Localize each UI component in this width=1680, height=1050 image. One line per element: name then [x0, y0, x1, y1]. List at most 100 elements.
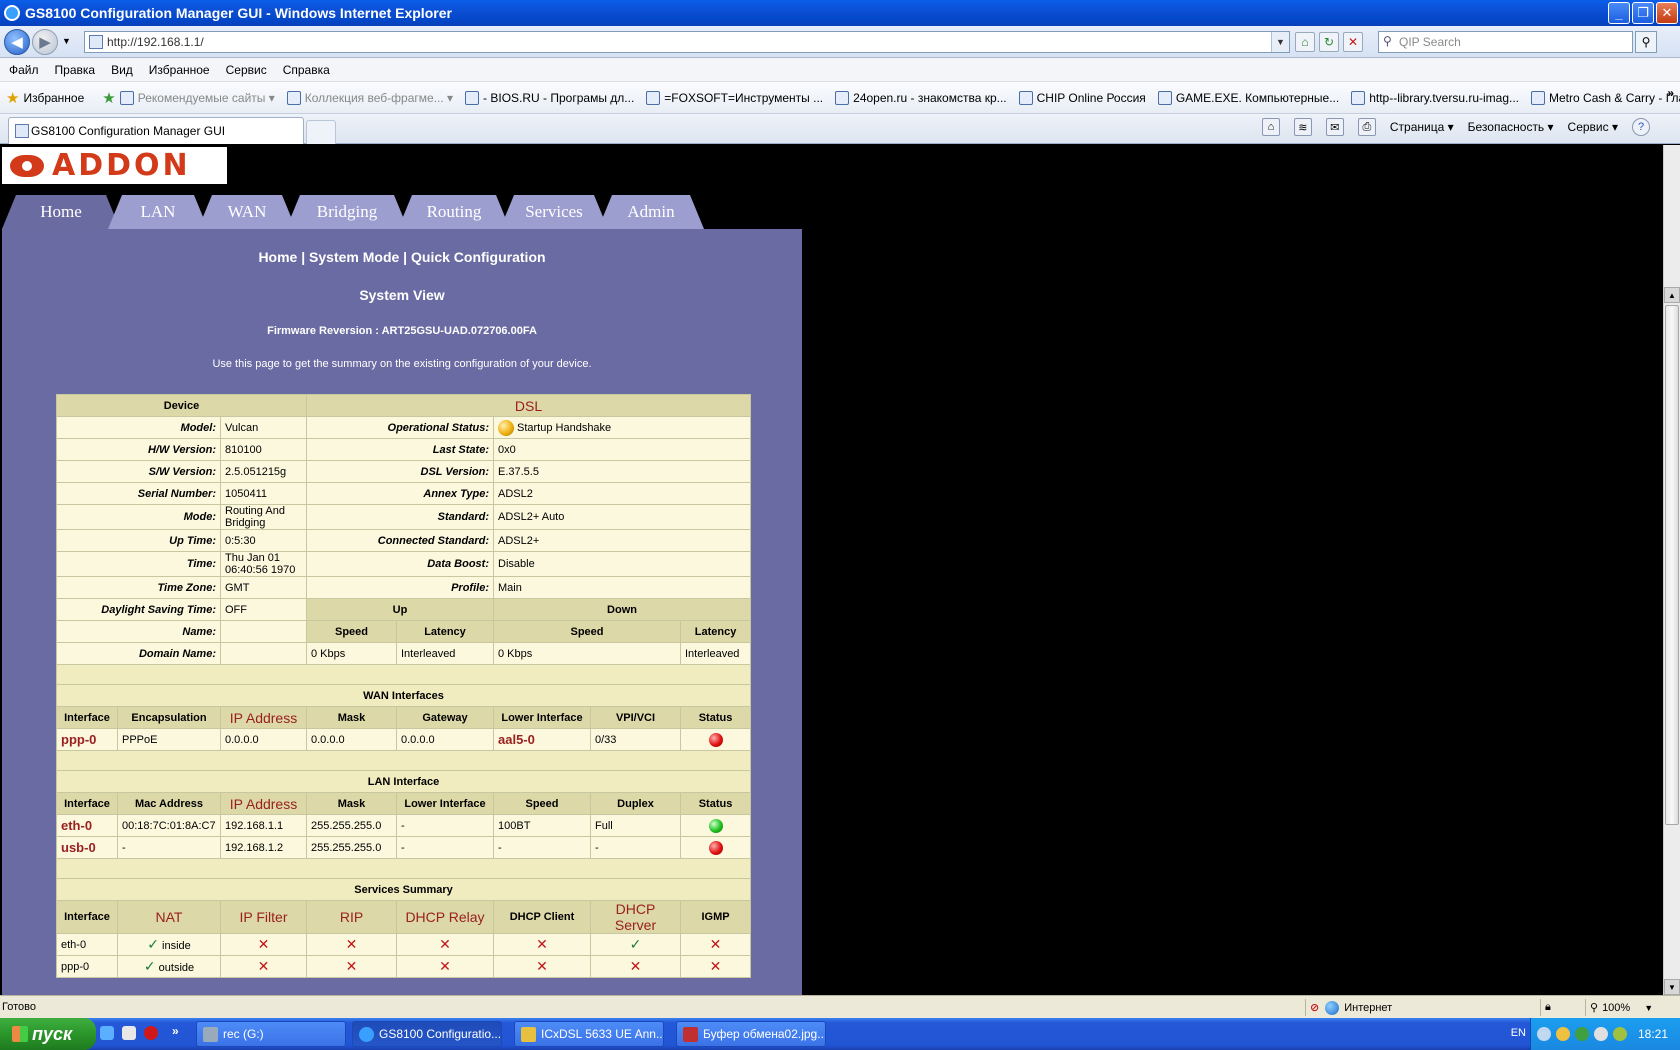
- history-dropdown-icon[interactable]: ▼: [62, 36, 71, 46]
- crumb-home[interactable]: Home: [258, 249, 297, 265]
- zoom-control[interactable]: ⚲ 100% ▼: [1585, 999, 1675, 1016]
- compatibility-icon[interactable]: ⌂: [1295, 32, 1315, 52]
- crumb-quick-configuration[interactable]: Quick Configuration: [411, 249, 546, 265]
- cross-icon: ✕: [345, 936, 358, 952]
- search-input[interactable]: ⚲ QIP Search: [1378, 31, 1633, 53]
- close-button[interactable]: ✕: [1656, 2, 1678, 24]
- search-go-icon[interactable]: ⚲: [1635, 31, 1657, 53]
- zoom-dropdown-icon: ▼: [1644, 1002, 1654, 1013]
- scroll-down-icon[interactable]: ▼: [1664, 979, 1680, 995]
- services-col-header-link[interactable]: IP Filter: [220, 900, 307, 934]
- task-icxdsl[interactable]: ICxDSL 5633 UE Ann...: [514, 1021, 664, 1047]
- device-label: Domain Name:: [56, 642, 221, 665]
- services-col-header-link[interactable]: DHCP Relay: [396, 900, 494, 934]
- start-button[interactable]: пуск: [0, 1018, 96, 1050]
- menu-help[interactable]: Справка: [283, 63, 330, 77]
- favorite-link[interactable]: 24open.ru - знакомства кр...: [835, 90, 1007, 105]
- mail-icon[interactable]: ✉: [1325, 118, 1344, 136]
- device-label: H/W Version:: [56, 438, 221, 461]
- quicklaunch-desktop-icon[interactable]: [100, 1026, 114, 1040]
- favorite-link[interactable]: - BIOS.RU - Програмы дл...: [465, 90, 634, 105]
- favorite-link[interactable]: Коллекция веб-фрагме... ▾: [286, 90, 453, 105]
- favorite-link[interactable]: =FOXSOFT=Инструменты ...: [646, 90, 823, 105]
- services-igmp: ✕: [679, 933, 752, 956]
- print-icon[interactable]: ⎙: [1357, 118, 1376, 136]
- crumb-separator: |: [297, 249, 310, 265]
- feeds-icon[interactable]: ≋: [1293, 118, 1312, 136]
- tray-antivirus-icon[interactable]: [1574, 1027, 1589, 1041]
- tray-volume-icon[interactable]: [1593, 1027, 1608, 1041]
- wan-ip: 0.0.0.0: [220, 728, 307, 751]
- task-ie-gs8100[interactable]: GS8100 Configuratio...: [352, 1021, 502, 1047]
- menu-file[interactable]: Файл: [9, 63, 39, 77]
- task-rec-g[interactable]: rec (G:): [196, 1021, 346, 1047]
- nav-admin[interactable]: Admin: [598, 195, 704, 229]
- menu-tools[interactable]: Сервис: [226, 63, 267, 77]
- refresh-icon[interactable]: ↻: [1319, 32, 1339, 52]
- crumb-system-mode[interactable]: System Mode: [309, 249, 399, 265]
- lan-duplex: -: [590, 836, 681, 859]
- favorite-link[interactable]: Рекомендуемые сайты ▾: [119, 90, 275, 105]
- page-icon: [15, 124, 29, 138]
- quicklaunch-mail-icon[interactable]: [122, 1026, 136, 1040]
- nav-services[interactable]: Services: [500, 195, 608, 229]
- drive-icon: [203, 1027, 218, 1042]
- tab-current[interactable]: GS8100 Configuration Manager GUI: [8, 117, 304, 144]
- tools-menu[interactable]: Сервис ▾: [1568, 120, 1618, 134]
- back-button[interactable]: ◀: [4, 29, 30, 55]
- home-icon[interactable]: ⌂: [1261, 118, 1280, 136]
- page-menu[interactable]: Страница ▾: [1390, 120, 1454, 134]
- minimize-button[interactable]: _: [1608, 2, 1630, 24]
- vertical-scrollbar[interactable]: ▲ ▼: [1663, 145, 1680, 995]
- crumb-separator: |: [399, 249, 411, 265]
- nav-home[interactable]: Home: [2, 195, 120, 229]
- language-indicator[interactable]: EN: [1511, 1027, 1526, 1039]
- lan-lower: -: [396, 836, 494, 859]
- safety-menu[interactable]: Безопасность ▾: [1468, 120, 1554, 134]
- scroll-thumb[interactable]: [1665, 305, 1679, 825]
- dsl-value: Startup Handshake: [517, 421, 612, 434]
- lan-interface-link[interactable]: usb-0: [56, 836, 118, 859]
- protected-mode-icon[interactable]: 🔒︎: [1540, 999, 1572, 1016]
- services-col-header-link[interactable]: DHCP Server: [590, 900, 681, 934]
- wan-interface-link[interactable]: ppp-0: [56, 728, 118, 751]
- nav-lan[interactable]: LAN: [108, 195, 208, 229]
- stop-icon[interactable]: ✕: [1343, 32, 1363, 52]
- favorite-link[interactable]: http--library.tversu.ru-imag...: [1351, 90, 1519, 105]
- favorites-more-icon[interactable]: »: [1667, 86, 1674, 100]
- add-favorite-icon[interactable]: ★: [102, 89, 115, 107]
- services-col-header-link[interactable]: NAT: [117, 900, 221, 934]
- menu-favorites[interactable]: Избранное: [149, 63, 210, 77]
- favorites-button[interactable]: ★ Избранное: [6, 89, 84, 107]
- security-zone[interactable]: ⊘ Интернет: [1305, 999, 1465, 1016]
- favorite-link[interactable]: Metro Cash & Carry - Главная: [1531, 90, 1680, 105]
- tray-security-icon[interactable]: [1612, 1027, 1627, 1041]
- quicklaunch-opera-icon[interactable]: [144, 1026, 158, 1040]
- favorite-icon: [1018, 90, 1033, 105]
- scroll-up-icon[interactable]: ▲: [1664, 287, 1680, 303]
- nav-wan[interactable]: WAN: [198, 195, 296, 229]
- tray-network-icon[interactable]: [1536, 1027, 1551, 1041]
- wan-col-header-link[interactable]: IP Address: [220, 706, 307, 729]
- address-bar[interactable]: http://192.168.1.1/ ▼: [84, 31, 1290, 53]
- menu-view[interactable]: Вид: [111, 63, 133, 77]
- maximize-button[interactable]: ❐: [1632, 2, 1654, 24]
- nav-routing[interactable]: Routing: [398, 195, 510, 229]
- address-dropdown-icon[interactable]: ▼: [1271, 32, 1289, 52]
- favorite-link[interactable]: GAME.EXE. Компьютерные...: [1157, 90, 1339, 105]
- nav-bridging[interactable]: Bridging: [286, 195, 408, 229]
- lan-col-header-link[interactable]: IP Address: [220, 792, 307, 815]
- device-label: Up Time:: [56, 529, 221, 552]
- forward-button[interactable]: ▶: [32, 29, 58, 55]
- tray-app-icon[interactable]: [1555, 1027, 1570, 1041]
- task-clipboard[interactable]: Буфер обмена02.jpg...: [676, 1021, 826, 1047]
- new-tab-button[interactable]: [306, 120, 336, 144]
- favorite-link[interactable]: CHIP Online Россия: [1018, 90, 1146, 105]
- help-icon[interactable]: ?: [1632, 118, 1650, 136]
- quicklaunch-more-icon[interactable]: »: [172, 1024, 179, 1038]
- favorites-label: Избранное: [23, 90, 85, 105]
- lan-interface-link[interactable]: eth-0: [56, 814, 118, 837]
- services-col-header-link[interactable]: RIP: [306, 900, 397, 934]
- wan-lower-interface-link[interactable]: aal5-0: [493, 728, 591, 751]
- menu-edit[interactable]: Правка: [55, 63, 96, 77]
